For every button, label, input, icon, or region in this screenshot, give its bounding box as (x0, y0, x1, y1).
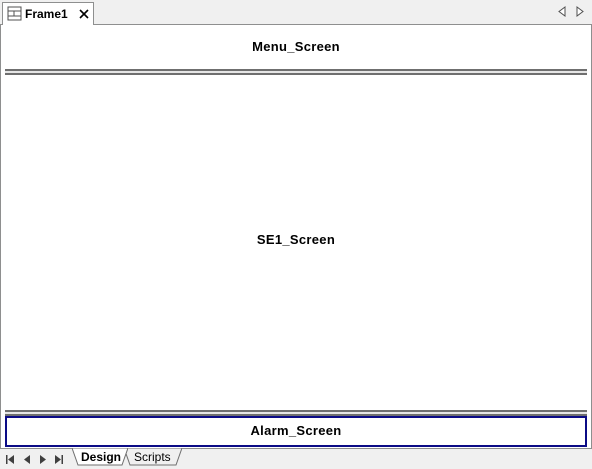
frame-icon (7, 6, 22, 21)
menu-screen-pane[interactable]: Menu_Screen (5, 25, 587, 69)
previous-sheet-icon[interactable] (23, 455, 31, 464)
first-sheet-icon[interactable] (6, 455, 14, 464)
alarm-screen-label: Alarm_Screen (250, 423, 342, 438)
document-tab-bar: Frame1 (0, 0, 592, 25)
document-tab-frame1[interactable]: Frame1 (2, 2, 94, 25)
menu-screen-label: Menu_Screen (252, 39, 340, 54)
se1-screen-pane[interactable]: SE1_Screen (5, 75, 587, 410)
tab-scroll-right-icon[interactable] (576, 6, 584, 17)
next-sheet-icon[interactable] (39, 455, 47, 464)
document-tab-label: Frame1 (25, 7, 68, 21)
tab-design[interactable]: Design (72, 448, 128, 466)
tab-design-label: Design (81, 450, 122, 464)
frame-design-area: Menu_Screen SE1_Screen Alarm_Screen (0, 25, 592, 448)
tab-scroll-left-icon[interactable] (558, 6, 566, 17)
tab-scripts-label: Scripts (134, 450, 171, 464)
close-icon[interactable] (79, 9, 89, 19)
last-sheet-icon[interactable] (55, 455, 63, 464)
sheet-tab-bar: Design Scripts (0, 448, 592, 469)
tab-scripts[interactable]: Scripts (124, 448, 182, 466)
se1-screen-label: SE1_Screen (256, 232, 336, 247)
alarm-screen-pane[interactable]: Alarm_Screen (5, 416, 587, 447)
